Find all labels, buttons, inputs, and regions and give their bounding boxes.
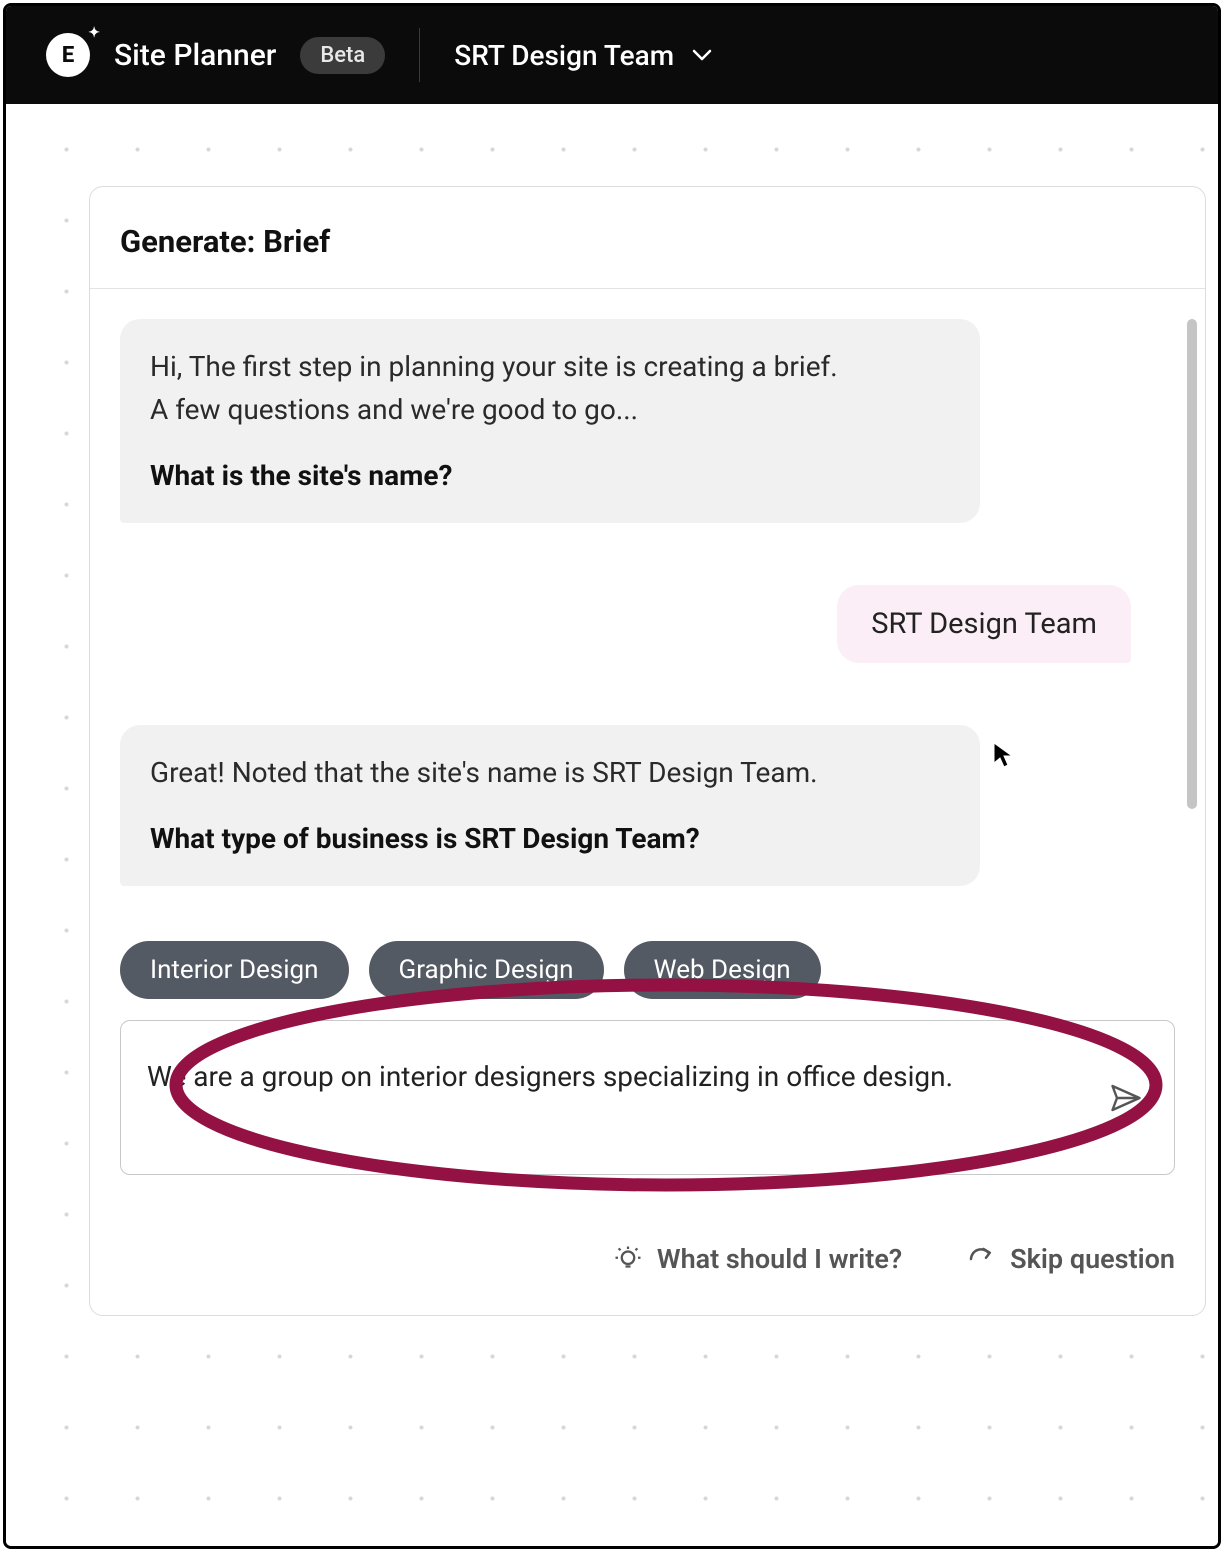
app-logo[interactable]: E ✦ (46, 33, 90, 77)
message-input[interactable] (147, 1056, 1104, 1140)
user-message: SRT Design Team (837, 585, 1131, 663)
beta-badge: Beta (300, 37, 385, 74)
brief-panel: Generate: Brief Hi, The first step in pl… (89, 186, 1206, 1316)
panel-title: Generate: Brief (90, 187, 1205, 289)
suggest-link[interactable]: What should I write? (613, 1243, 902, 1275)
top-bar: E ✦ Site Planner Beta SRT Design Team (6, 6, 1218, 104)
skip-label: Skip question (1010, 1243, 1175, 1275)
mouse-cursor-icon (992, 741, 1014, 775)
scrollbar[interactable] (1187, 319, 1197, 1301)
send-button[interactable] (1104, 1076, 1148, 1120)
team-name: SRT Design Team (454, 39, 674, 72)
skip-link[interactable]: Skip question (966, 1243, 1175, 1275)
bot-text-line: Hi, The first step in planning your site… (150, 345, 950, 388)
team-dropdown[interactable]: SRT Design Team (454, 39, 714, 72)
skip-arrow-icon (966, 1244, 996, 1274)
scrollbar-thumb[interactable] (1187, 319, 1197, 809)
bot-message: Hi, The first step in planning your site… (120, 319, 980, 523)
sparkle-icon: ✦ (88, 25, 100, 41)
app-frame: E ✦ Site Planner Beta SRT Design Team Ge… (3, 3, 1221, 1549)
chat-area: Hi, The first step in planning your site… (90, 289, 1205, 1315)
chevron-down-icon (690, 43, 714, 67)
canvas-area: Generate: Brief Hi, The first step in pl… (6, 104, 1218, 1546)
chip-interior-design[interactable]: Interior Design (120, 941, 349, 999)
bot-message: Great! Noted that the site's name is SRT… (120, 725, 980, 886)
app-title: Site Planner (114, 38, 276, 73)
chip-graphic-design[interactable]: Graphic Design (369, 941, 604, 999)
input-container (120, 1020, 1175, 1175)
suggest-label: What should I write? (657, 1243, 902, 1275)
bot-text-line: A few questions and we're good to go... (150, 388, 950, 431)
bot-question: What is the site's name? (150, 454, 950, 497)
footer-actions: What should I write? Skip question (120, 1243, 1175, 1275)
divider (419, 28, 420, 82)
user-message-row: SRT Design Team (120, 585, 1131, 663)
lightbulb-icon (613, 1244, 643, 1274)
bot-text-line: Great! Noted that the site's name is SRT… (150, 751, 950, 794)
chip-web-design[interactable]: Web Design (624, 941, 821, 999)
send-icon (1108, 1080, 1144, 1116)
suggestion-chips: Interior Design Graphic Design Web Desig… (120, 941, 821, 999)
bot-question: What type of business is SRT Design Team… (150, 817, 950, 860)
